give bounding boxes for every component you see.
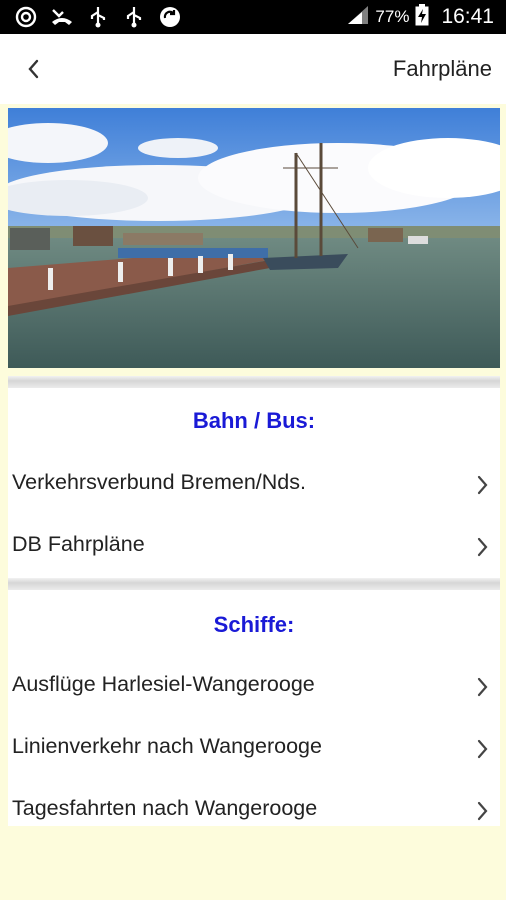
chevron-left-icon xyxy=(28,59,39,79)
chevron-right-icon xyxy=(477,677,488,697)
update-icon xyxy=(158,5,182,29)
missed-call-icon xyxy=(50,5,74,29)
battery-charging-icon xyxy=(415,3,429,31)
list-item[interactable]: Tagesfahrten nach Wangerooge xyxy=(8,784,500,826)
list-item-label: Verkehrsverbund Bremen/Nds. xyxy=(12,470,306,494)
list-item-label: DB Fahrpläne xyxy=(12,532,145,556)
signal-icon xyxy=(347,5,369,30)
list-item-label: Ausflüge Harlesiel-Wangerooge xyxy=(12,672,315,696)
list-item[interactable]: Verkehrsverbund Bremen/Nds. xyxy=(8,458,500,514)
section-bahn-bus: Bahn / Bus: Verkehrsverbund Bremen/Nds. … xyxy=(8,388,500,578)
chevron-right-icon xyxy=(477,475,488,495)
notification-icons xyxy=(14,5,182,29)
section-heading: Bahn / Bus: xyxy=(192,408,316,433)
page-title: Fahrpläne xyxy=(392,56,492,81)
back-button[interactable] xyxy=(18,54,48,84)
list-item[interactable]: DB Fahrpläne xyxy=(8,520,500,576)
usb-icon xyxy=(86,5,110,29)
chevron-right-icon xyxy=(477,739,488,759)
divider xyxy=(8,578,500,590)
sync-icon xyxy=(14,5,38,29)
divider xyxy=(8,376,500,388)
section-heading: Schiffe: xyxy=(213,612,295,637)
chevron-right-icon xyxy=(477,801,488,821)
list-item[interactable]: Ausflüge Harlesiel-Wangerooge xyxy=(8,660,500,716)
status-bar: 77% 16:41 xyxy=(0,0,506,34)
section-schiffe: Schiffe: Ausflüge Harlesiel-Wangerooge L… xyxy=(8,590,500,826)
harbor-photo xyxy=(8,108,500,368)
chevron-right-icon xyxy=(477,537,488,557)
list-item-label: Linienverkehr nach Wangerooge xyxy=(12,734,322,758)
battery-percent: 77% xyxy=(375,7,410,26)
list-item[interactable]: Linienverkehr nach Wangerooge xyxy=(8,722,500,778)
clock: 16:41 xyxy=(441,5,494,28)
app-bar: Fahrpläne xyxy=(0,34,506,104)
list-item-label: Tagesfahrten nach Wangerooge xyxy=(12,796,318,820)
usb-icon-2 xyxy=(122,5,146,29)
